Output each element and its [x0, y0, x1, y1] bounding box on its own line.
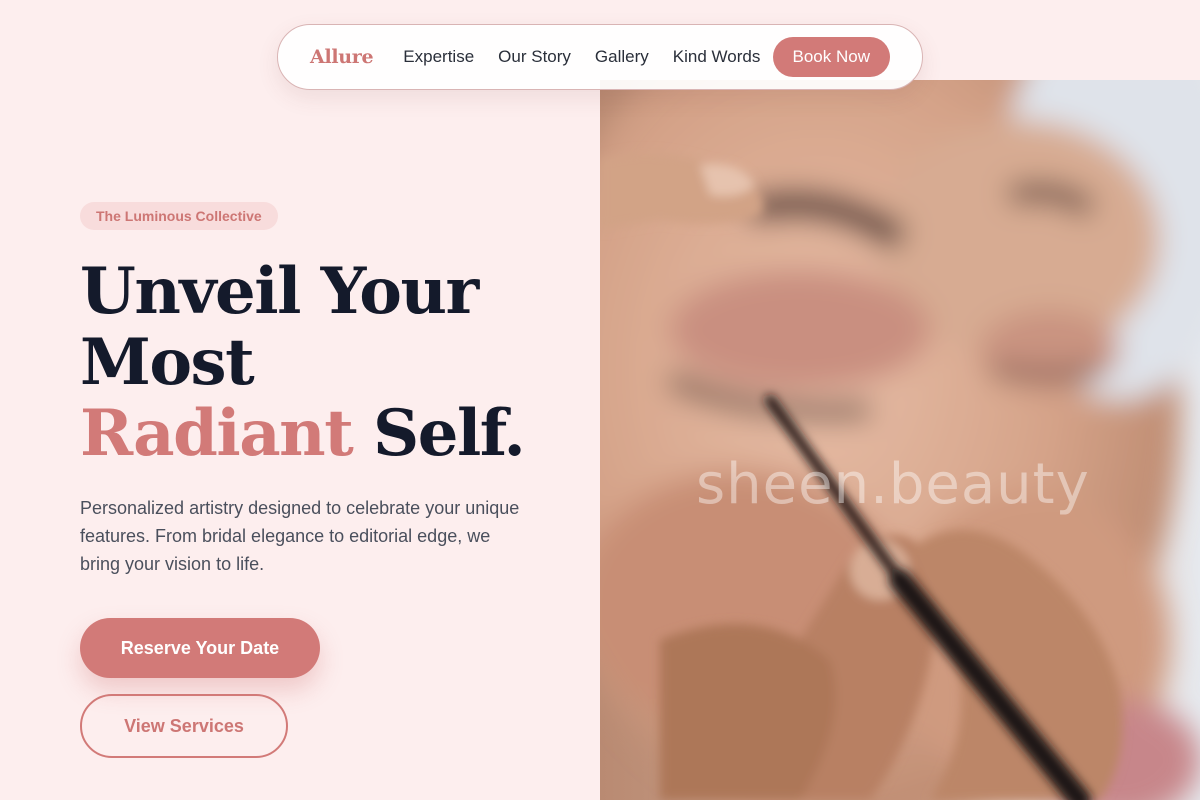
nav-link-kind-words[interactable]: Kind Words	[673, 47, 761, 67]
nav-link-our-story[interactable]: Our Story	[498, 47, 571, 67]
nav-link-expertise[interactable]: Expertise	[403, 47, 474, 67]
hero-headline: Unveil Your Most Radiant Self.	[80, 254, 526, 471]
book-now-button[interactable]: Book Now	[772, 37, 890, 77]
image-watermark: sheen.beauty	[696, 452, 1090, 517]
nav-link-gallery[interactable]: Gallery	[595, 47, 649, 67]
headline-end: Self.	[352, 396, 526, 471]
headline-line-1: Unveil Your	[80, 254, 479, 329]
reserve-date-button[interactable]: Reserve Your Date	[80, 618, 320, 678]
makeup-eyeliner-photo-icon	[600, 80, 1200, 800]
headline-line-3: Radiant Self.	[80, 396, 526, 471]
hero-photo: sheen.beauty	[600, 80, 1200, 800]
landing-page: sheen.beauty Allure Expertise Our Story …	[0, 0, 1200, 800]
brand-logo[interactable]: Allure	[310, 46, 374, 68]
view-services-button[interactable]: View Services	[80, 694, 288, 758]
hero-badge: The Luminous Collective	[80, 202, 278, 230]
headline-accent: Radiant	[80, 396, 354, 471]
hero-subtext: Personalized artistry designed to celebr…	[80, 498, 520, 574]
headline-line-2: Most	[80, 325, 255, 400]
top-nav: Allure Expertise Our Story Gallery Kind …	[277, 24, 923, 90]
